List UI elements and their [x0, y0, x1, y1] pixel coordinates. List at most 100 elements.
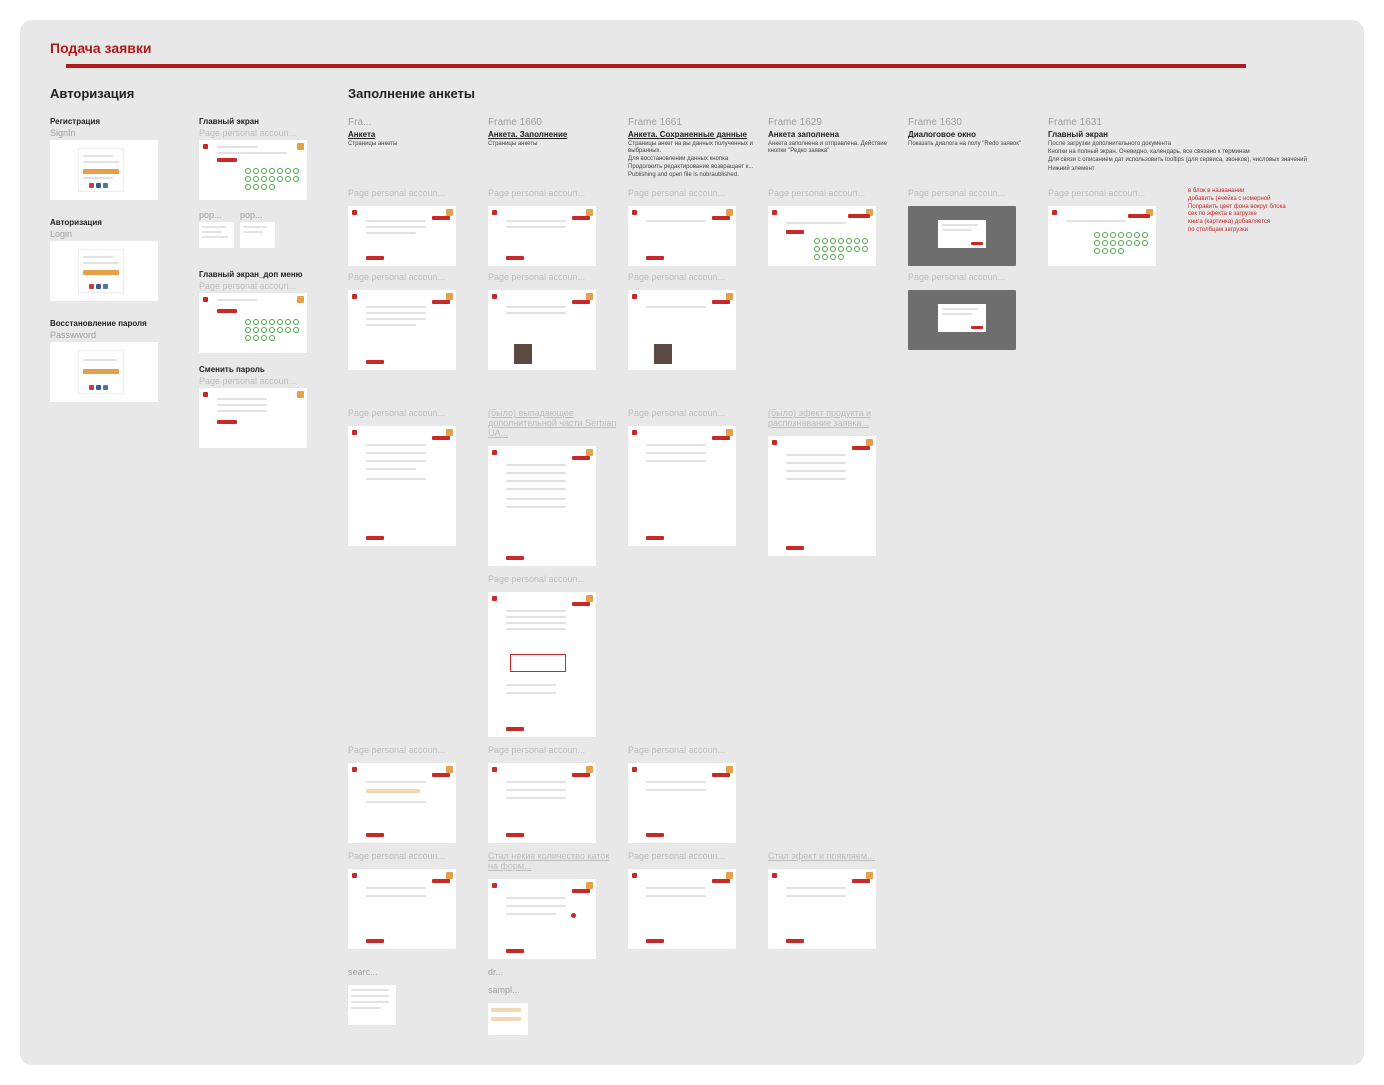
auth-registration-col: Регистрация SignIn Авторизация Login: [50, 117, 175, 1035]
fill-c3-s2: Для восстановлении данных кнопка Продолж…: [628, 156, 758, 170]
fill-c5-sub: Показать диалога на полу "Redo заявок": [908, 141, 1038, 148]
fill-c3-s3: Publishing and open file is nobraublishe…: [628, 172, 758, 179]
thumb-signin[interactable]: [50, 140, 158, 200]
thumb-r6c3[interactable]: [628, 869, 736, 949]
thumb-r3c2[interactable]: [488, 446, 596, 566]
ppa-r2c2: Page personal accoun...: [488, 272, 618, 282]
fill-c4-title: Анкета заполнена: [768, 130, 898, 139]
ppa-1: Page personal accoun...: [199, 128, 324, 138]
thumb-r6c1[interactable]: [348, 869, 456, 949]
ppa-r4c2: Page personal accoun...: [488, 574, 618, 584]
ppa-r1c5: Page personal accoun...: [908, 188, 1038, 198]
ppa-r1c3: Page personal accoun...: [628, 188, 758, 198]
fill-c6-title: Главный экран: [1048, 130, 1318, 139]
ppa-r3c4-underline[interactable]: (было) эфект продукта и распознавание за…: [768, 408, 898, 428]
ppa-r5c1: Page personal accoun...: [348, 745, 478, 755]
frame-1629: Frame 1629: [768, 117, 898, 128]
fill-c6-s1: После загрузки дополнительного документа: [1048, 141, 1318, 148]
thumb-r5c3[interactable]: [628, 763, 736, 843]
design-canvas[interactable]: Подача заявки Авторизация Заполнение анк…: [20, 20, 1364, 1065]
header-row: Подача заявки: [50, 40, 1334, 68]
thumb-r1c4[interactable]: [768, 206, 876, 266]
thumb-r3c4[interactable]: [768, 436, 876, 556]
fill-c1-title[interactable]: Анкета: [348, 130, 478, 139]
fill-c6-s2: Кнопки на полный экран. Очевидно, календ…: [1048, 149, 1318, 156]
frame-1661: Frame 1661: [628, 117, 758, 128]
thumb-r3c3[interactable]: [628, 426, 736, 546]
thumb-main2[interactable]: [199, 293, 307, 353]
ppa-r5c2: Page personal accoun...: [488, 745, 618, 755]
thumb-pop1[interactable]: [199, 222, 234, 248]
thumb-sample[interactable]: [488, 1003, 528, 1035]
ppa-r1c2: Page personal accoun...: [488, 188, 618, 198]
fill-c2-sub: Страницы анкеты: [488, 141, 618, 148]
fill-c3-s1: Страницы анкет на вы данных полученных и…: [628, 141, 758, 155]
ppa-3: Page personal accoun...: [199, 376, 324, 386]
search-label: searc...: [348, 967, 478, 977]
fill-c2-title[interactable]: Анкета. Заполнение: [488, 130, 618, 139]
group-heading-auth: Авторизация: [50, 86, 324, 101]
ppa-2: Page personal accoun...: [199, 281, 324, 291]
component-password: Passwword: [50, 330, 175, 340]
component-signin: SignIn: [50, 128, 175, 138]
ppa-r6c4[interactable]: Стал эфект и появляем...: [768, 851, 898, 861]
thumb-r2c3[interactable]: [628, 290, 736, 370]
ppa-r6c1: Page personal accoun...: [348, 851, 478, 861]
group-heading-fill: Заполнение анкеты: [348, 86, 1334, 101]
ppa-r6c3: Page personal accoun...: [628, 851, 758, 861]
ppa-r3c3: Page personal accoun...: [628, 408, 758, 418]
thumb-r3c1[interactable]: [348, 426, 456, 546]
fill-c6-s4: Нижний элемент: [1048, 166, 1318, 173]
fill-c6-s3: Для связи с описанием дат использовить t…: [1048, 157, 1318, 164]
label-auth: Авторизация: [50, 218, 175, 227]
fill-c1-sub: Страницы анкеты: [348, 141, 478, 148]
thumb-search[interactable]: [348, 985, 396, 1025]
thumb-r1c5-dialog2[interactable]: [908, 290, 1016, 350]
ppa-r6c2[interactable]: Стал некие количество каток на форм...: [488, 851, 618, 871]
thumb-r6c2[interactable]: [488, 879, 596, 959]
pop1-label: pop...: [199, 210, 234, 220]
annotation-block: в блок в названании добавить (ячейка с н…: [1188, 188, 1318, 235]
thumb-r1c3[interactable]: [628, 206, 736, 266]
thumb-pop2[interactable]: [240, 222, 275, 248]
thumb-r2c2[interactable]: [488, 290, 596, 370]
ppa-r3c2-underline[interactable]: (было) выпадающее дополнительной части S…: [488, 408, 618, 438]
label-registration: Регистрация: [50, 117, 175, 126]
ppa-r1c4: Page personal accoun...: [768, 188, 898, 198]
component-login: Login: [50, 229, 175, 239]
ppa-r3c1: Page personal accoun...: [348, 408, 478, 418]
thumb-r2c1[interactable]: [348, 290, 456, 370]
section-title: Подача заявки: [50, 40, 152, 56]
thumb-r1c2[interactable]: [488, 206, 596, 266]
ppa-r5c3: Page personal accoun...: [628, 745, 758, 755]
dr-label: dr...: [488, 967, 618, 977]
thumb-r5c2[interactable]: [488, 763, 596, 843]
fill-c5-title: Диалоговое окно: [908, 130, 1038, 139]
frame-1660: Frame 1660: [488, 117, 618, 128]
frame-1631: Frame 1631: [1048, 117, 1318, 128]
frame-1630: Frame 1630: [908, 117, 1038, 128]
thumb-r6c4[interactable]: [768, 869, 876, 949]
thumb-r1c6[interactable]: [1048, 206, 1156, 266]
ppa-r1c1: Page personal accoun...: [348, 188, 478, 198]
label-chpw: Сменить пароль: [199, 365, 324, 374]
fill-c3-title[interactable]: Анкета. Сохраненные данные: [628, 130, 758, 139]
fill-c4-sub: Анкета заполнена и отправлена. Действие …: [768, 141, 898, 155]
pop2-label: pop...: [240, 210, 275, 220]
ppa-r2c3: Page personal accoun...: [628, 272, 758, 282]
ppa-r1c6: Page personal accoun...: [1048, 188, 1178, 198]
thumb-r1c5-dialog1[interactable]: [908, 206, 1016, 266]
thumb-r5c1[interactable]: [348, 763, 456, 843]
thumb-password[interactable]: [50, 342, 158, 402]
label-mainscreen: Главный экран: [199, 117, 324, 126]
auth-main-col: Главный экран Page personal accoun... po…: [199, 117, 324, 1035]
thumb-main[interactable]: [199, 140, 307, 200]
sample-label: sampl...: [488, 985, 618, 995]
label-mainscreen2: Главный экран_доп меню: [199, 270, 324, 279]
thumb-chpw[interactable]: [199, 388, 307, 448]
thumb-r4c2[interactable]: [488, 592, 596, 737]
thumb-login[interactable]: [50, 241, 158, 301]
ppa-r2c1: Page personal accoun...: [348, 272, 478, 282]
thumb-r1c1[interactable]: [348, 206, 456, 266]
ppa-r1c5b: Page personal accoun...: [908, 272, 1038, 282]
